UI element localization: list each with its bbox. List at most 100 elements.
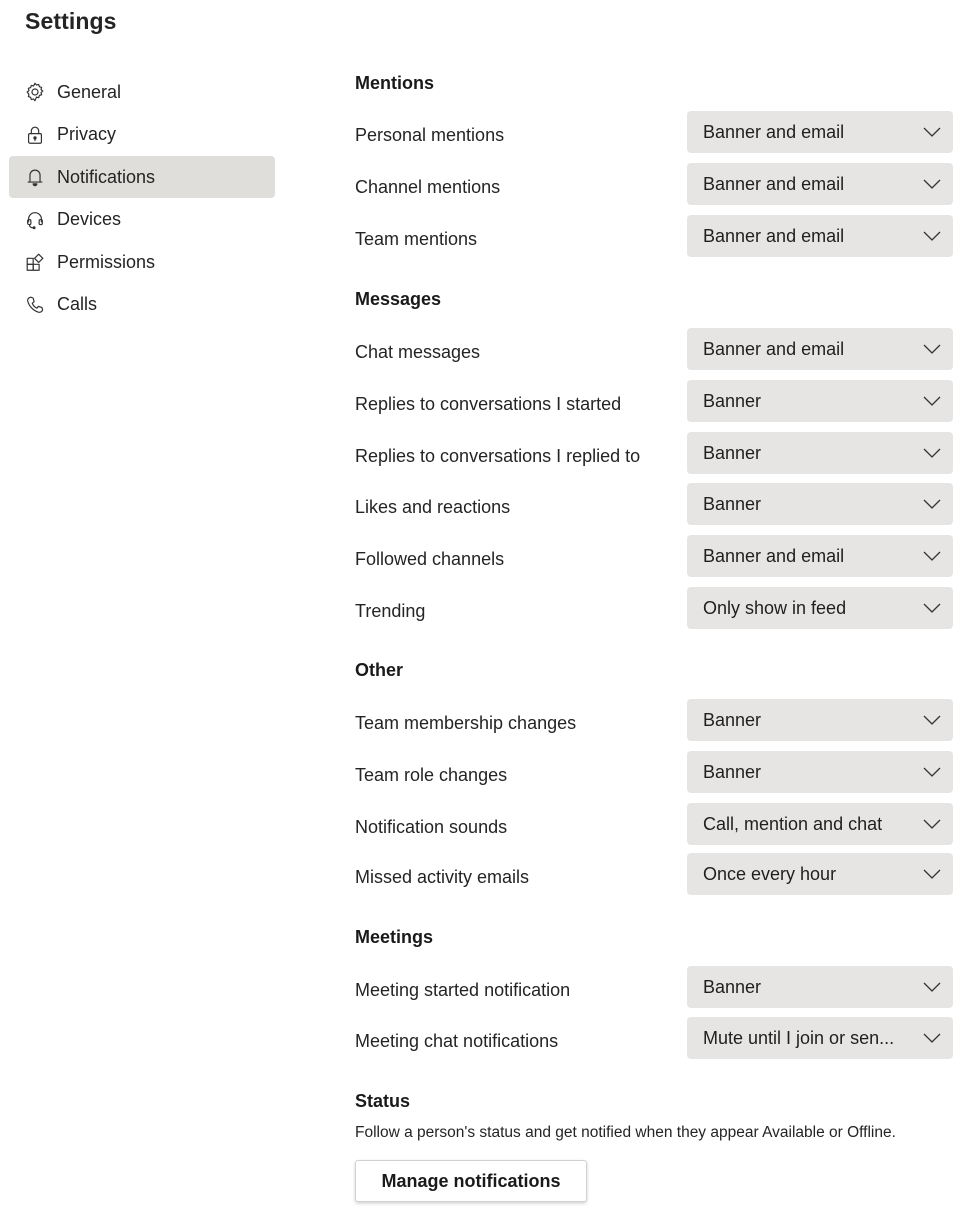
chevron-down-icon [922,1029,942,1047]
status-description: Follow a person's status and get notifie… [355,1124,896,1141]
dropdown-selected-value: Banner and email [703,545,845,566]
sidebar-item-label: General [57,81,122,102]
page-title: Settings [25,8,117,34]
dropdown-selected-value: Call, mention and chat [703,813,883,834]
followed-channels-dropdown[interactable]: Banner and email [687,535,953,577]
notifications-panel: Mentions Personal mentions Banner and ema… [355,0,955,1215]
chat-messages-dropdown[interactable]: Banner and email [687,328,953,370]
meeting-started-notification-dropdown[interactable]: Banner [687,966,953,1008]
trending-dropdown[interactable]: Only show in feed [687,587,953,629]
section-heading-messages: Messages [355,289,442,309]
setting-row-team-role-changes: Team role changes Banner [355,751,953,793]
sidebar-item-general[interactable]: General [9,71,275,113]
setting-label: Likes and reactions [355,497,511,517]
setting-label: Replies to conversations I replied to [355,446,641,466]
setting-label: Followed channels [355,549,505,569]
personal-mentions-dropdown[interactable]: Banner and email [687,111,953,153]
chevron-down-icon [922,978,942,996]
setting-row-channel-mentions: Channel mentions Banner and email [355,163,953,205]
sidebar-item-label: Devices [57,209,122,230]
setting-row-missed-activity-emails: Missed activity emails Once every hour [355,853,953,895]
dropdown-selected-value: Banner and email [703,121,845,142]
sidebar-item-privacy[interactable]: Privacy [9,114,275,156]
setting-row-replies-to-conversations-i-replied-to: Replies to conversations I replied to Ban… [355,432,953,474]
missed-activity-emails-dropdown[interactable]: Once every hour [687,853,953,895]
setting-row-meeting-chat-notifications: Meeting chat notifications Mute until I j… [355,1017,953,1059]
setting-row-followed-channels: Followed channels Banner and email [355,535,953,577]
setting-label: Channel mentions [355,177,501,197]
dropdown-selected-value: Banner and email [703,338,845,359]
dropdown-selected-value: Once every hour [703,863,837,884]
setting-row-notification-sounds: Notification sounds Call, mention and cha… [355,803,953,845]
section-heading-mentions: Mentions [355,73,434,93]
notification-sounds-dropdown[interactable]: Call, mention and chat [687,803,953,845]
sidebar-item-devices[interactable]: Devices [9,199,275,241]
meeting-chat-notifications-dropdown[interactable]: Mute until I join or sen... [687,1017,953,1059]
chevron-down-icon [922,547,942,565]
likes-and-reactions-dropdown[interactable]: Banner [687,483,953,525]
setting-label: Team role changes [355,765,508,785]
chevron-down-icon [922,815,942,833]
setting-label: Replies to conversations I started [355,394,622,414]
sidebar-item-label: Calls [57,294,98,315]
setting-label: Team membership changes [355,713,577,733]
setting-label: Trending [355,601,426,621]
setting-row-team-membership-changes: Team membership changes Banner [355,699,953,741]
headset-icon [24,209,46,231]
dropdown-selected-value: Banner [703,761,762,782]
chevron-down-icon [922,444,942,462]
dropdown-selected-value: Mute until I join or sen... [703,1027,895,1048]
dropdown-selected-value: Banner and email [703,225,845,246]
team-role-changes-dropdown[interactable]: Banner [687,751,953,793]
sidebar-item-notifications[interactable]: Notifications [9,156,275,199]
setting-row-chat-messages: Chat messages Banner and email [355,328,953,370]
settings-sidebar: General Privacy Notifications Devices Pe… [9,71,275,327]
section-heading-other: Other [355,660,404,680]
setting-label: Personal mentions [355,125,505,145]
setting-row-team-mentions: Team mentions Banner and email [355,215,953,257]
setting-label: Team mentions [355,229,478,249]
chevron-down-icon [922,175,942,193]
section-heading-status: Status [355,1091,411,1111]
dropdown-selected-value: Banner [703,442,762,463]
setting-label: Meeting started notification [355,980,571,1000]
chevron-down-icon [922,599,942,617]
channel-mentions-dropdown[interactable]: Banner and email [687,163,953,205]
settings-page: Settings General Privacy Notifications D… [0,0,976,1215]
dropdown-selected-value: Banner and email [703,173,845,194]
dropdown-selected-value: Banner [703,709,762,730]
dropdown-selected-value: Banner [703,493,762,514]
team-mentions-dropdown[interactable]: Banner and email [687,215,953,257]
sidebar-item-calls[interactable]: Calls [9,284,275,326]
setting-row-personal-mentions: Personal mentions Banner and email [355,111,953,153]
chevron-down-icon [922,392,942,410]
apps-icon [24,251,46,273]
chevron-down-icon [922,763,942,781]
replies-to-conversations-i-replied-to-dropdown[interactable]: Banner [687,432,953,474]
dropdown-selected-value: Only show in feed [703,597,847,618]
setting-row-likes-and-reactions: Likes and reactions Banner [355,483,953,525]
gear-icon [24,81,46,103]
chevron-down-icon [922,123,942,141]
sidebar-item-label: Permissions [57,251,156,272]
phone-icon [24,294,46,316]
setting-label: Meeting chat notifications [355,1031,559,1051]
sidebar-item-label: Privacy [57,124,117,145]
dropdown-selected-value: Banner [703,976,762,997]
chevron-down-icon [922,865,942,883]
chevron-down-icon [922,495,942,513]
chevron-down-icon [922,227,942,245]
replies-to-conversations-i-started-dropdown[interactable]: Banner [687,380,953,422]
dropdown-selected-value: Banner [703,390,762,411]
setting-row-trending: Trending Only show in feed [355,587,953,629]
chevron-down-icon [922,711,942,729]
manage-notifications-button[interactable]: Manage notifications [355,1160,587,1202]
bell-icon [24,166,46,188]
setting-row-meeting-started-notification: Meeting started notification Banner [355,966,953,1008]
section-heading-meetings: Meetings [355,927,434,947]
setting-row-replies-to-conversations-i-started: Replies to conversations I started Banner [355,380,953,422]
setting-label: Notification sounds [355,817,508,837]
lock-icon [24,124,46,146]
sidebar-item-permissions[interactable]: Permissions [9,241,275,283]
team-membership-changes-dropdown[interactable]: Banner [687,699,953,741]
